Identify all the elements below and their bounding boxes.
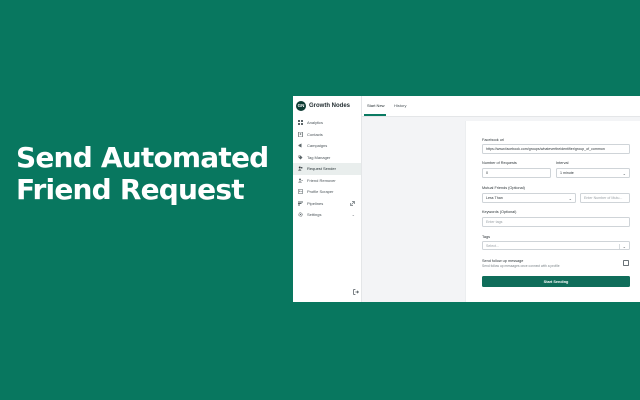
select-separator [619,244,620,249]
sidebar-item-settings[interactable]: Settings ⌄ [293,209,361,221]
logout-icon[interactable] [353,289,359,295]
tags-select[interactable]: Select... ⌄ [482,241,630,250]
facebook-url-label: Facebook url [482,138,504,142]
follow-up-checkbox[interactable] [623,260,629,266]
facebook-url-value: https://www.facebook.com/groups/whatever… [486,147,605,151]
brand[interactable]: GN Growth Nodes [296,100,350,111]
sidebar-item-label: Pipelines [307,200,324,206]
chevron-down-icon: ⌄ [622,171,626,176]
brand-name: Growth Nodes [309,102,351,109]
keywords-label: Keywords (Optional) [482,210,517,214]
num-requests-input[interactable]: 0 [482,168,551,178]
mutual-friends-select[interactable]: Less Than ⌄ [482,193,576,203]
tab-start-new[interactable]: Start New [367,103,385,108]
app-window: GN Growth Nodes Analytics Contacts Campa… [293,96,640,302]
interval-select[interactable]: 1 minute ⌄ [556,168,630,178]
keywords-placeholder: Enter tags [486,220,503,224]
keywords-input[interactable]: Enter tags [482,217,630,227]
mutual-friends-number-placeholder: Enter Number of Mutu... [584,196,623,200]
sidebar: GN Growth Nodes Analytics Contacts Campa… [293,96,362,302]
request-form-card: Facebook url https://www.facebook.com/gr… [465,121,640,302]
follow-up-description: Send follow up messages once connect wit… [482,264,560,268]
settings-icon [298,212,303,217]
mutual-friends-value: Less Than [486,196,503,200]
headline: Send Automated Friend Request [16,142,286,206]
tab-bar: Start New History [362,96,640,117]
sidebar-item-campaigns[interactable]: Campaigns [293,140,361,152]
sidebar-item-tag-manager[interactable]: Tag Manager [293,152,361,164]
sidebar-item-request-sender[interactable]: Request Sender [293,163,361,175]
interval-label: Interval [556,161,569,165]
sidebar-item-pipelines[interactable]: Pipelines [293,198,361,210]
mutual-friends-number-input[interactable]: Enter Number of Mutu... [580,193,630,203]
start-sending-button[interactable]: Start Sending [482,276,630,287]
num-requests-value: 0 [486,171,488,175]
follow-up-label: Send follow up message [482,259,524,263]
sidebar-item-profile-scraper[interactable]: Profile Scraper [293,186,361,198]
headline-line-1: Send Automated [16,141,269,174]
sidebar-item-analytics[interactable]: Analytics [293,117,361,129]
sidebar-item-label: Profile Scraper [307,189,334,195]
pipelines-icon [298,201,303,206]
tab-history[interactable]: History [394,103,406,108]
headline-line-2: Friend Request [16,173,245,206]
sidebar-nav: Analytics Contacts Campaigns Tag Manager [293,117,361,221]
brand-logo: GN [296,100,306,111]
main-content: Facebook url https://www.facebook.com/gr… [362,117,640,302]
sidebar-item-contacts[interactable]: Contacts [293,129,361,141]
chevron-down-icon: ⌄ [568,196,572,201]
tags-placeholder: Select... [486,243,499,248]
mutual-friends-label: Mutual Friends (Optional) [482,186,525,190]
sidebar-item-label: Request Sender [307,166,336,172]
facebook-url-input[interactable]: https://www.facebook.com/groups/whatever… [482,144,630,154]
interval-value: 1 minute [560,171,574,175]
campaigns-icon [298,143,303,148]
friend-remover-icon [298,178,303,183]
external-link-icon [350,200,355,206]
contacts-icon [298,131,303,137]
request-sender-icon [298,166,303,171]
sidebar-item-label: Friend Remover [307,177,336,183]
sidebar-item-label: Settings [307,212,322,218]
tags-label: Tags [482,235,491,239]
sidebar-item-label: Analytics [307,120,324,126]
sidebar-item-label: Campaigns [307,143,328,149]
num-requests-label: Number of Requests [482,161,517,165]
chevron-down-icon: ⌄ [351,212,355,217]
tag-icon [298,155,303,160]
sidebar-item-friend-remover[interactable]: Friend Remover [293,175,361,187]
chevron-down-icon: ⌄ [622,244,626,249]
sidebar-item-label: Contacts [307,131,323,137]
sidebar-item-label: Tag Manager [307,154,331,160]
active-tab-indicator [364,114,386,116]
profile-scraper-icon [298,189,303,195]
analytics-icon [298,120,303,126]
